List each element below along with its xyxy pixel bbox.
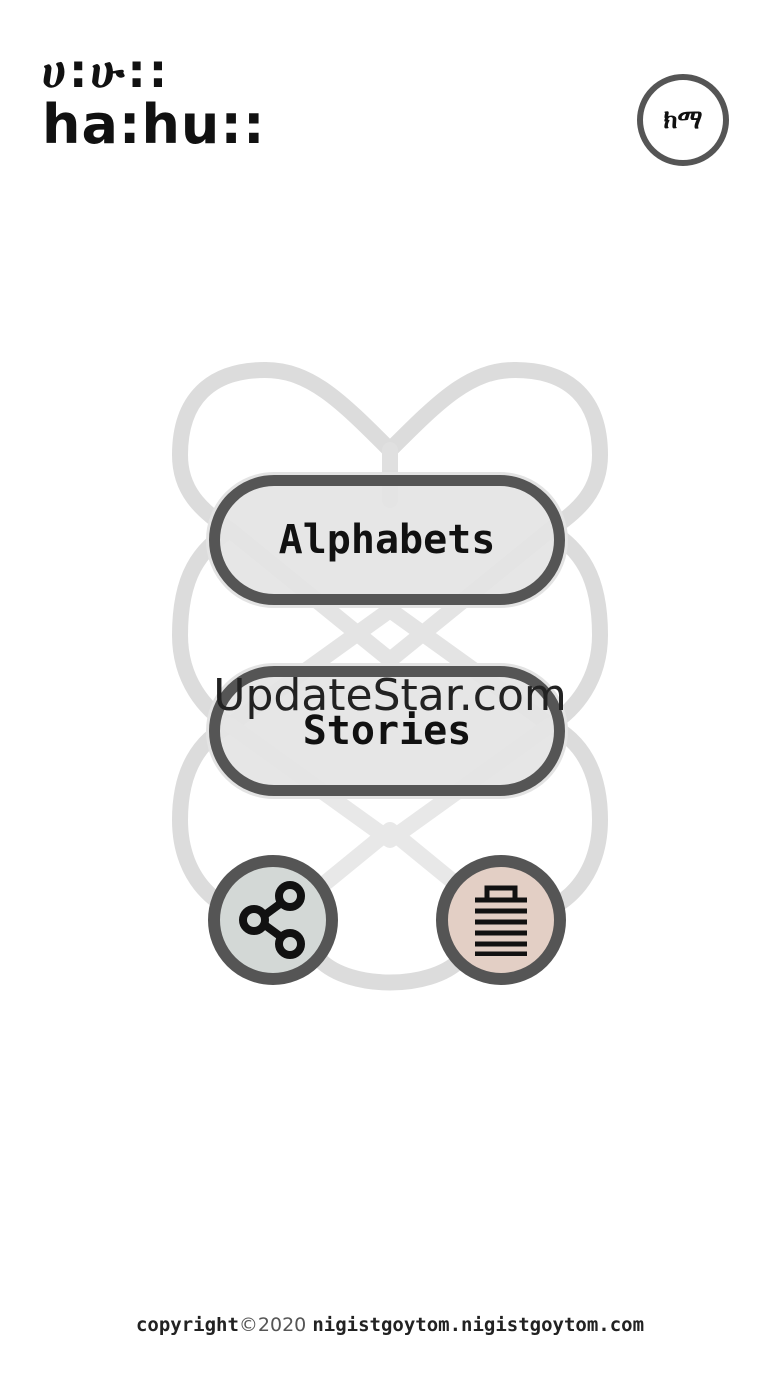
stacked-lines-icon	[475, 885, 527, 956]
footer-site-link[interactable]: nigistgoytom.nigistgoytom.com	[312, 1314, 644, 1336]
logo-latin-text: ha:hu::	[42, 93, 266, 156]
stories-button[interactable]: Stories	[206, 663, 568, 799]
footer-copyright: copyright©2020 nigistgoytom.nigistgoytom…	[0, 1314, 780, 1336]
footer-copyright-word: copyright	[135, 1314, 239, 1336]
language-toggle-button[interactable]: ክማ	[637, 74, 729, 166]
share-icon	[239, 881, 305, 959]
share-button[interactable]	[208, 855, 338, 985]
footer-year: ©2020	[238, 1314, 307, 1336]
menu-button[interactable]	[436, 855, 566, 985]
stories-button-label: Stories	[302, 708, 472, 754]
alphabets-button-label: Alphabets	[278, 517, 496, 563]
alphabets-button[interactable]: Alphabets	[206, 472, 568, 608]
logo-geez-text: ሀ:ሁ::	[42, 44, 171, 98]
language-toggle-label: ክማ	[663, 104, 703, 135]
app-logo: ሀ:ሁ:: ha:hu::	[42, 48, 266, 152]
